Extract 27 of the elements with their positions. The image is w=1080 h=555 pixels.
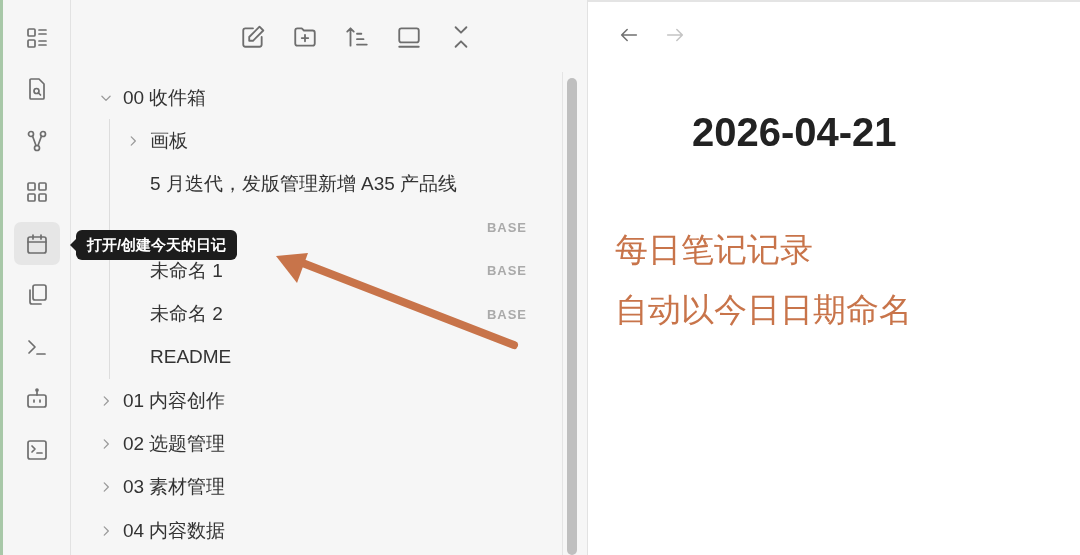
file-item[interactable]: README	[150, 346, 232, 368]
layout-icon[interactable]	[24, 25, 49, 50]
calendar-icon[interactable]	[24, 231, 49, 256]
file-type-label: BASE	[486, 220, 527, 236]
folder-item[interactable]: 01 内容创作	[123, 389, 226, 411]
folder-item[interactable]: 画板	[150, 129, 188, 151]
sort-icon[interactable]	[344, 24, 370, 50]
terminal-icon[interactable]	[24, 437, 49, 462]
folder-item[interactable]: 04 内容数据	[123, 519, 226, 541]
note-line: 每日笔记记录	[614, 230, 814, 270]
new-folder-icon[interactable]	[292, 24, 318, 50]
scrollbar[interactable]	[567, 78, 577, 555]
window-icon[interactable]	[396, 24, 422, 50]
file-item[interactable]: 未命名 2	[150, 303, 223, 325]
file-item[interactable]: 5 月迭代，发版管理新增 A35 产品线	[150, 173, 458, 195]
file-type-label: BASE	[486, 306, 527, 322]
bot-icon[interactable]	[24, 386, 49, 410]
folder-item[interactable]: 02 选题管理	[123, 433, 226, 454]
folder-item[interactable]: 00 收件箱	[123, 86, 207, 108]
note-line: 自动以今日日期命名	[614, 290, 913, 330]
note-title: 2026-04-21	[691, 110, 898, 155]
file-item[interactable]: 未命名 1	[150, 259, 223, 281]
grid-icon[interactable]	[24, 180, 49, 204]
tooltip: 打开/创建今天的日记	[76, 230, 238, 260]
folder-item[interactable]: 03 素材管理	[123, 476, 226, 498]
edit-icon[interactable]	[240, 24, 266, 50]
file-type-label: BASE	[486, 263, 527, 279]
